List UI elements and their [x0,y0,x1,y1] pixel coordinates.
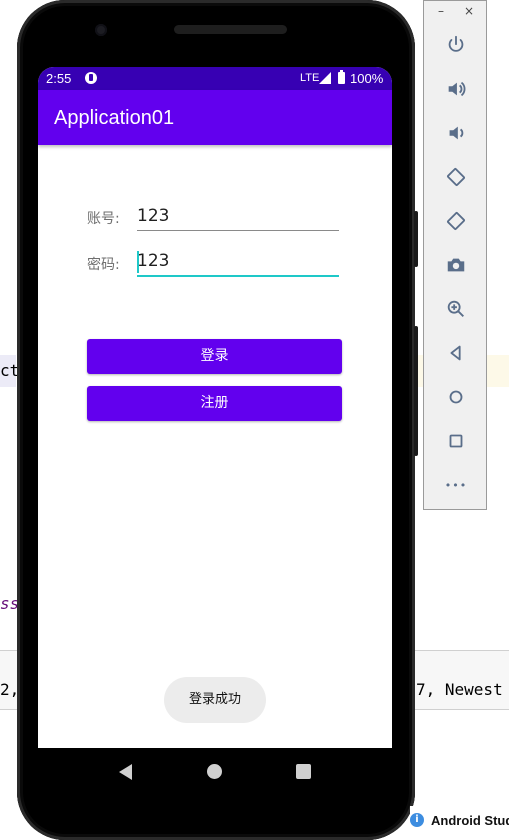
earpiece-speaker [174,25,287,34]
minimize-button[interactable]: – [438,4,444,18]
front-camera [95,24,107,36]
volume-up-icon[interactable] [444,77,468,101]
nav-back-icon[interactable] [119,764,132,780]
status-time: 2:55 [46,71,72,86]
info-icon[interactable]: i [410,813,424,827]
status-bar: 2:55 LTE 100% [38,67,392,90]
android-studio-status-label[interactable]: Android Studi [431,813,509,828]
power-icon[interactable] [444,33,468,57]
navigation-bar [38,748,392,798]
battery-icon [338,70,345,84]
battery-percent: 100% [350,71,384,86]
register-button[interactable]: 注册 [87,386,342,421]
password-input-value: 123 [137,251,170,271]
password-label: 密码: [87,257,120,273]
camera-icon[interactable] [444,253,468,277]
account-input[interactable]: 123 [137,206,339,231]
password-input[interactable]: 123 [137,251,339,277]
app-title: Application01 [54,107,175,129]
rotate-right-icon[interactable] [444,209,468,233]
toast-message: 登录成功 [164,677,266,723]
account-input-value: 123 [137,206,170,226]
logcat-fragment: 7, Newest [416,680,503,699]
login-button[interactable]: 登录 [87,339,342,374]
device-screen: 2:55 LTE 100% Application01 账号: 123 密码: … [38,67,392,748]
zoom-icon[interactable] [444,297,468,321]
rotate-left-icon[interactable] [444,165,468,189]
volume-side-button[interactable] [414,326,418,456]
more-icon[interactable]: ••• [444,473,468,497]
nav-home-icon[interactable] [207,764,222,779]
nav-overview-icon[interactable] [296,764,311,779]
network-type: LTE [300,72,320,84]
emulator-toolbar: – × ••• [423,0,487,510]
close-button[interactable]: × [464,4,474,18]
text-cursor [137,251,139,273]
signal-icon [319,72,331,84]
volume-down-icon[interactable] [444,121,468,145]
app-notification-icon [85,72,97,84]
overview-icon[interactable] [444,429,468,453]
home-icon[interactable] [444,385,468,409]
back-icon[interactable] [444,341,468,365]
power-side-button[interactable] [414,211,418,267]
app-toolbar: Application01 [38,90,392,145]
account-label: 账号: [87,211,120,227]
